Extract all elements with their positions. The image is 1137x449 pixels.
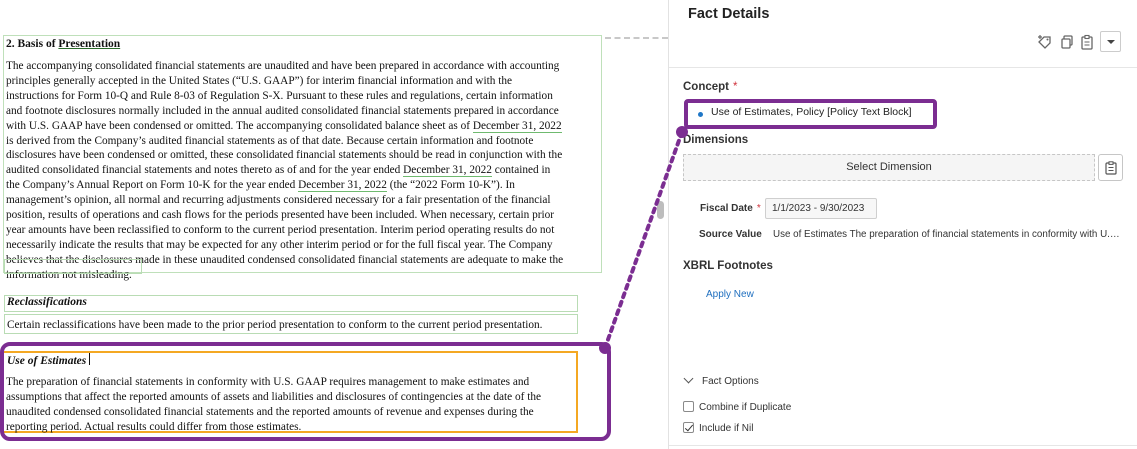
basis-line: position, results of operations and cash… [6, 208, 554, 223]
text-segment: necessarily indicate the results that ma… [6, 238, 553, 251]
clipboard-icon [1105, 161, 1117, 175]
concept-value: Use of Estimates, Policy [Policy Text Bl… [711, 106, 912, 118]
required-mark: * [756, 203, 761, 214]
include-nil-checkbox[interactable] [683, 422, 694, 433]
basis-line: The accompanying consolidated financial … [6, 59, 559, 74]
basis-line: the Company’s Annual Report on Form 10-K… [6, 178, 515, 193]
concept-label-text: Concept [683, 81, 729, 93]
xbrl-footnotes-label: XBRL Footnotes [683, 260, 773, 272]
text-segment: is derived from the Company’s audited fi… [6, 134, 534, 147]
divider [669, 445, 1137, 446]
basis-line: principles generally accepted in the Uni… [6, 74, 512, 89]
basis-line: disclosures have been condensed or omitt… [6, 148, 562, 163]
text-segment: the Company’s Annual Report on Form 10-K… [6, 179, 299, 192]
include-nil-label: Include if Nil [699, 423, 754, 434]
text-segment: management’s opinion, all normal and rec… [6, 194, 551, 207]
source-value: Use of Estimates The preparation of fina… [773, 229, 1123, 240]
tag-add-icon[interactable] [1037, 34, 1053, 50]
divider [669, 67, 1137, 68]
fiscal-date-label: Fiscal Date * [700, 203, 761, 214]
required-mark: * [733, 81, 738, 93]
combine-duplicate-checkbox[interactable] [683, 401, 694, 412]
tagged-date[interactable]: December 31, 2022 [298, 179, 387, 193]
text-segment: instructions for Form 10-Q and Rule 8-03… [6, 89, 553, 102]
heading-number: 2. Basis of [6, 38, 59, 50]
text-segment: The accompanying consolidated financial … [6, 60, 560, 72]
concept-label: Concept * [683, 81, 737, 93]
tagged-block-reclass-title[interactable] [4, 295, 578, 312]
fact-options-label: Fact Options [702, 376, 759, 387]
dimension-clipboard-button[interactable] [1098, 154, 1123, 181]
text-segment: disclosures have been condensed or omitt… [6, 149, 563, 162]
text-segment: audited consolidated financial statement… [6, 164, 404, 177]
basis-line: is derived from the Company’s audited fi… [6, 134, 533, 149]
combine-duplicate-option[interactable]: Combine if Duplicate [683, 401, 791, 413]
source-value-label: Source Value [699, 229, 762, 240]
tagged-date[interactable]: December 31, 2022 [403, 164, 492, 178]
fiscal-date-field[interactable]: 1/1/2023 - 9/30/2023 [765, 198, 877, 219]
basis-line: instructions for Form 10-Q and Rule 8-03… [6, 89, 553, 104]
text-segment: with U.S. GAAP have been condensed or om… [6, 119, 473, 132]
text-segment: and footnote disclosures normally includ… [6, 104, 559, 117]
dropdown-icon[interactable] [1100, 31, 1121, 52]
basis-line: audited consolidated financial statement… [6, 163, 550, 178]
section-heading: 2. Basis of Presentation [6, 38, 120, 50]
text-segment: position, results of operations and cash… [6, 209, 555, 221]
chevron-down-icon [683, 373, 694, 384]
highlight-frame [0, 342, 611, 441]
clipboard-icon[interactable] [1079, 34, 1095, 50]
basis-line: year amounts have been reclassified to c… [6, 223, 554, 238]
text-segment: (the “2022 Form 10-K”). In [386, 179, 515, 192]
apply-new-link[interactable]: Apply New [706, 289, 754, 300]
select-dimension-button[interactable]: Select Dimension [683, 154, 1095, 181]
reclass-title: Reclassifications [7, 296, 87, 308]
fiscal-date-label-text: Fiscal Date [700, 203, 753, 214]
bullet-icon [698, 112, 703, 117]
reclass-text: Certain reclassifications have been made… [7, 319, 543, 331]
basis-line: and footnote disclosures normally includ… [6, 104, 559, 119]
basis-line: with U.S. GAAP have been condensed or om… [6, 119, 562, 134]
text-segment: contained in [491, 164, 551, 177]
combine-duplicate-label: Combine if Duplicate [699, 402, 792, 413]
text-segment: principles generally accepted in the Uni… [6, 74, 513, 87]
concept-field[interactable]: Use of Estimates, Policy [Policy Text Bl… [684, 99, 937, 129]
page-divider [605, 37, 668, 39]
tagged-block-basis-end [4, 259, 142, 274]
include-nil-option[interactable]: Include if Nil [683, 422, 753, 434]
fact-options-toggle[interactable]: Fact Options [683, 373, 759, 387]
dimensions-label: Dimensions [683, 134, 749, 146]
scrollbar-thumb[interactable] [657, 201, 664, 219]
basis-line: management’s opinion, all normal and rec… [6, 193, 551, 208]
heading-word: Presentation [58, 38, 121, 50]
basis-line: necessarily indicate the results that ma… [6, 238, 553, 253]
document-viewer: 2. Basis of Presentation The accompanyin… [0, 0, 668, 449]
copy-icon[interactable] [1059, 34, 1075, 50]
tagged-date[interactable]: December 31, 2022 [472, 119, 562, 133]
text-segment: year amounts have been reclassified to c… [6, 223, 555, 236]
fact-details-panel: Fact Details Concept * Use of Estimates, … [668, 0, 1137, 449]
panel-title: Fact Details [688, 6, 770, 22]
